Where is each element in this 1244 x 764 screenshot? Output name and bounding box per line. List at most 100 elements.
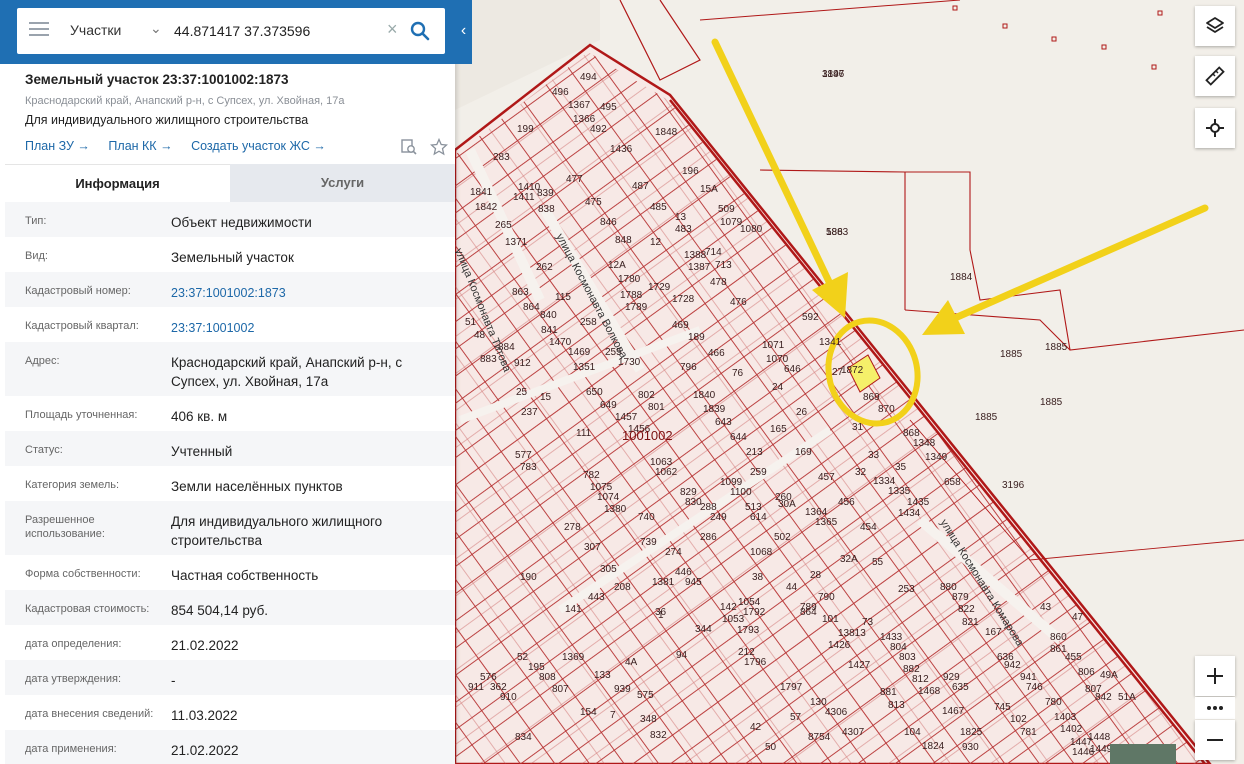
parcel-number-label: 485 xyxy=(650,202,667,213)
row-type: Тип: Объект недвижимости xyxy=(5,202,455,237)
row-cadastral-value: Кадастровая стоимость: 854 504,14 руб. xyxy=(5,590,455,625)
ruler-button[interactable] xyxy=(1195,56,1235,96)
parcel-number-label: 821 xyxy=(962,617,979,628)
row-label: дата утверждения: xyxy=(25,673,122,685)
parcel-number-label: 1840 xyxy=(693,390,716,401)
parcel-number-label: 258 xyxy=(580,317,597,328)
parcel-number-label: 104 xyxy=(904,727,921,738)
parcel-number-label: 739 xyxy=(640,537,657,548)
parcel-number-label: 644 xyxy=(730,432,747,443)
parcel-number-label: 8754 xyxy=(808,732,831,743)
locate-icon xyxy=(1206,119,1224,137)
row-status: Статус: Учтенный xyxy=(5,431,455,466)
collapse-panel-icon[interactable]: ‹ xyxy=(455,18,472,44)
parcel-number-label: 745 xyxy=(994,702,1011,713)
parcel-number-label: 864 xyxy=(523,302,540,313)
parcel-purpose: Для индивидуального жилищного строительс… xyxy=(25,113,309,127)
parcel-number-label: 73 xyxy=(862,617,874,628)
parcel-number-label: 469 xyxy=(672,320,689,331)
parcel-number-label: 165 xyxy=(770,424,787,435)
parcel-number-label: 780 xyxy=(1045,697,1062,708)
parcel-number-label: 38 xyxy=(752,572,764,583)
parcel-number-label: 348 xyxy=(640,714,657,725)
parcel-number-label: 4306 xyxy=(825,707,848,718)
parcel-number-label: 1369 xyxy=(562,652,585,663)
parcel-number-label: 746 xyxy=(1026,682,1043,693)
zoom-in-button[interactable] xyxy=(1195,656,1235,696)
parcel-number-label: 31 xyxy=(852,422,864,433)
more-icon xyxy=(1207,706,1223,710)
favorite-star-icon[interactable] xyxy=(430,137,449,156)
parcel-number-label: 879 xyxy=(952,592,969,603)
parcel-number-label: 942 xyxy=(1004,660,1021,671)
row-cadastral-number: Кадастровый номер: 23:37:1001002:1873 xyxy=(5,272,455,307)
parcel-number-label: 840 xyxy=(540,310,557,321)
parcel-number-label: 1365 xyxy=(815,517,838,528)
parcel-number-label: 1848 xyxy=(655,127,678,138)
tab-information[interactable]: Информация xyxy=(5,164,230,202)
row-value: 21.02.2022 xyxy=(171,638,239,653)
create-parcel-link[interactable]: Создать участок ЖС → xyxy=(191,139,326,153)
parcel-number-label: 213 xyxy=(746,447,763,458)
cadastral-quarter-link[interactable]: 23:37:1001002 xyxy=(171,319,441,338)
parcel-number-label: 1448 xyxy=(1088,732,1111,743)
parcel-number-label: 1349 xyxy=(925,452,948,463)
parcel-number-label: 783 xyxy=(520,462,537,473)
basemap-thumbnail[interactable] xyxy=(1110,744,1176,764)
parcel-number-label: 27 xyxy=(832,367,844,378)
parcel-number-label: 713 xyxy=(715,260,732,271)
parcel-number-label: 782 xyxy=(583,470,600,481)
zoom-out-button[interactable] xyxy=(1195,720,1235,760)
parcel-number-label: 278 xyxy=(564,522,581,533)
quarter-label: 1001002 xyxy=(622,428,673,443)
parcel-number-label: 283 xyxy=(493,152,510,163)
row-cadastral-quarter: Кадастровый квартал: 23:37:1001002 xyxy=(5,307,455,342)
parcel-number-label: 495 xyxy=(600,102,617,113)
search-in-doc-icon[interactable] xyxy=(400,138,418,156)
parcel-number-label: 832 xyxy=(650,730,667,741)
row-label: Форма собственности: xyxy=(25,568,141,580)
parcel-number-label: 1841 xyxy=(470,187,493,198)
parcel-number-label: 586 xyxy=(826,227,843,238)
header-links: План ЗУ → План КК → Создать участок ЖС → xyxy=(25,139,341,153)
parcel-number-label: 808 xyxy=(539,672,556,683)
plan-kk-link[interactable]: План КК → xyxy=(108,139,172,153)
parcel-number-label: 55 xyxy=(872,557,884,568)
chevron-down-icon[interactable]: ⌄ xyxy=(150,20,162,37)
parcel-number-label: 802 xyxy=(638,390,655,401)
tab-services[interactable]: Услуги xyxy=(230,164,455,202)
more-button[interactable] xyxy=(1195,697,1235,719)
parcel-number-label: 635 xyxy=(952,682,969,693)
layers-button[interactable] xyxy=(1195,6,1235,46)
parcel-number-label: 1100 xyxy=(730,487,752,498)
search-input[interactable] xyxy=(174,18,384,44)
parcel-number-label: 4307 xyxy=(842,727,865,738)
parcel-number-label: 51А xyxy=(1118,692,1136,703)
parcel-number-label: 930 xyxy=(962,742,979,753)
search-icon[interactable] xyxy=(409,20,431,42)
tabs: Информация Услуги xyxy=(5,164,455,202)
parcel-number-label: 881 xyxy=(880,687,897,698)
row-label: Категория земель: xyxy=(25,479,120,491)
parcel-number-label: 1792 xyxy=(743,607,766,618)
parcel-number-label: 494 xyxy=(580,72,597,83)
clear-icon[interactable]: × xyxy=(387,19,398,40)
parcel-number-label: 115 xyxy=(555,292,571,303)
parcel-number-label: 12А xyxy=(608,260,626,271)
row-value: Для индивидуального жилищного строительс… xyxy=(171,514,383,548)
locate-button[interactable] xyxy=(1195,108,1235,148)
zoom-out-icon xyxy=(1207,739,1223,741)
parcel-number-label: 154 xyxy=(580,707,597,718)
parcel-number-label: 1885 xyxy=(1000,349,1023,360)
parcel-number-label: 101 xyxy=(822,614,839,625)
parcel-number-label: 870 xyxy=(878,404,895,415)
row-date-determined: дата определения: 21.02.2022 xyxy=(5,625,455,660)
menu-icon[interactable] xyxy=(29,22,49,38)
parcel-number-label: 575 xyxy=(637,690,654,701)
cadastral-number-link[interactable]: 23:37:1001002:1873 xyxy=(171,284,441,303)
parcel-number-label: 4А xyxy=(625,657,638,668)
search-type-select[interactable]: Участки xyxy=(70,22,121,38)
parcel-number-label: 1380 xyxy=(604,504,627,515)
parcel-number-label: 454 xyxy=(860,522,877,533)
plan-zu-link[interactable]: План ЗУ → xyxy=(25,139,90,153)
